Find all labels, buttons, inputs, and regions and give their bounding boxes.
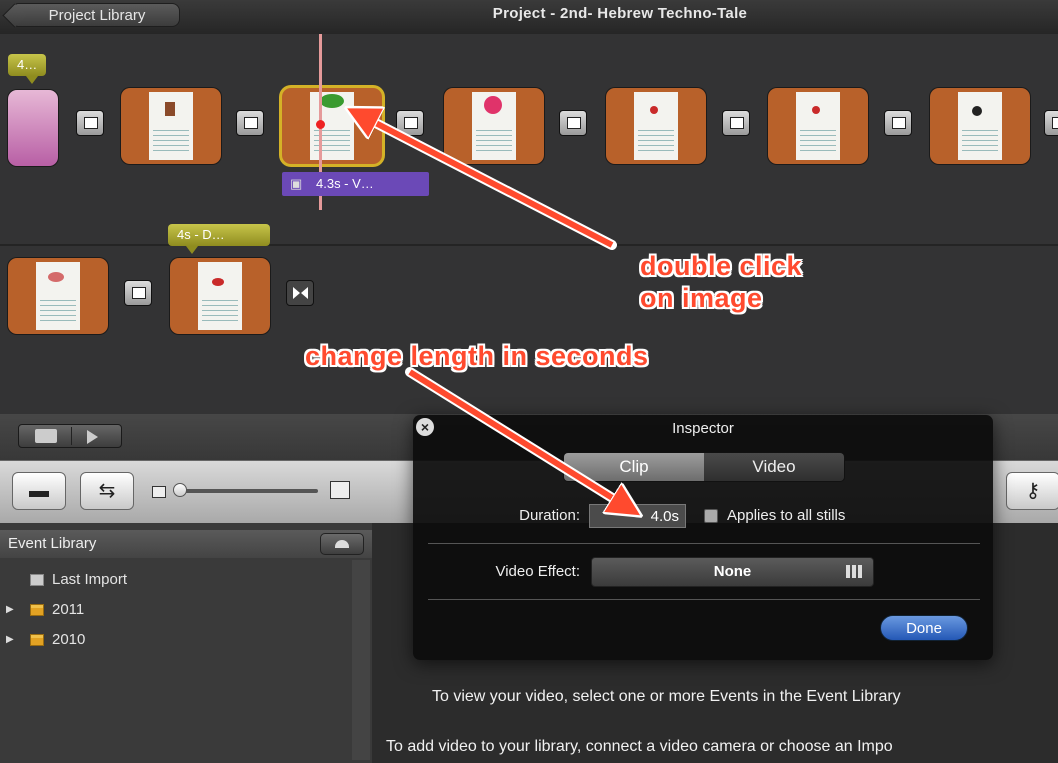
arrow-to-image bbox=[366, 118, 614, 248]
arrow-to-duration bbox=[408, 369, 622, 504]
annotation-arrows bbox=[0, 0, 1058, 763]
